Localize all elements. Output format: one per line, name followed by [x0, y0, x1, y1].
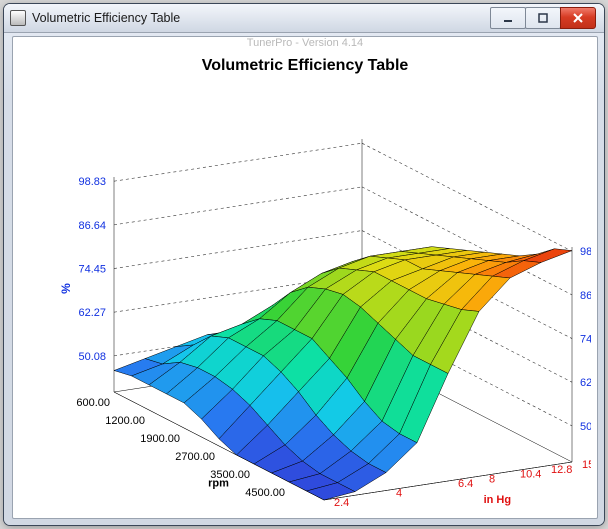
svg-text:8: 8 [489, 473, 495, 485]
chart-3d-surface[interactable]: 50.08 62.27 74.45 86.64 98.83 50.08 62.27 74.45… [19, 87, 591, 507]
svg-text:86.64: 86.64 [580, 290, 591, 302]
window-buttons [491, 7, 596, 29]
svg-text:1200.00: 1200.00 [105, 415, 145, 427]
svg-text:%: % [59, 283, 73, 294]
svg-text:2.4: 2.4 [334, 497, 349, 507]
close-button[interactable] [560, 7, 596, 29]
client-area: TunerPro - Version 4.14 Volumetric Effic… [12, 36, 598, 519]
svg-text:15.3: 15.3 [582, 459, 591, 471]
app-window: Volumetric Efficiency Table TunerPro - V… [4, 4, 604, 525]
maximize-button[interactable] [525, 7, 561, 29]
svg-text:rpm: rpm [208, 478, 229, 490]
svg-text:6.4: 6.4 [458, 478, 473, 490]
svg-text:600.00: 600.00 [76, 397, 110, 409]
minimize-button[interactable] [490, 7, 526, 29]
title-bar[interactable]: Volumetric Efficiency Table [4, 4, 604, 33]
svg-text:62.27: 62.27 [580, 377, 591, 389]
svg-text:1900.00: 1900.00 [140, 433, 180, 445]
svg-text:74.45: 74.45 [78, 264, 106, 276]
window-title: Volumetric Efficiency Table [32, 11, 180, 25]
svg-text:62.27: 62.27 [78, 307, 106, 319]
svg-text:98.83: 98.83 [580, 246, 591, 258]
svg-text:50.08: 50.08 [580, 421, 591, 433]
svg-text:50.08: 50.08 [78, 351, 106, 363]
svg-text:10.4: 10.4 [520, 469, 541, 481]
background-app-caption: TunerPro - Version 4.14 [13, 37, 597, 55]
chart-title: Volumetric Efficiency Table [13, 57, 597, 75]
svg-text:74.45: 74.45 [580, 334, 591, 346]
app-icon [10, 10, 26, 26]
svg-text:in Hg: in Hg [484, 494, 512, 506]
svg-text:98.83: 98.83 [78, 176, 106, 188]
svg-text:2700.00: 2700.00 [175, 451, 215, 463]
svg-text:4: 4 [396, 488, 402, 500]
svg-text:4500.00: 4500.00 [245, 487, 285, 499]
svg-text:86.64: 86.64 [78, 220, 106, 232]
svg-text:12.8: 12.8 [551, 464, 572, 476]
